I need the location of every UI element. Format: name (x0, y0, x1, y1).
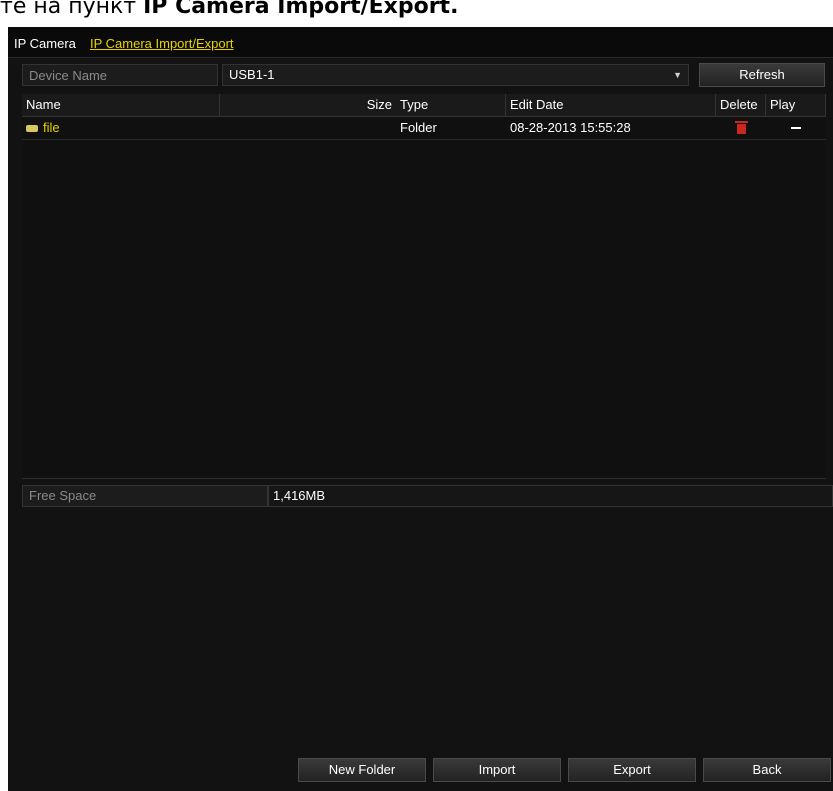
import-export-panel: IP Camera IP Camera Import/Export Device… (8, 27, 833, 791)
file-edit-date: 08-28-2013 15:55:28 (510, 120, 631, 135)
tab-ip-camera[interactable]: IP Camera (14, 36, 76, 51)
play-cell (766, 117, 826, 139)
trash-icon[interactable] (734, 121, 748, 134)
export-button[interactable]: Export (568, 758, 696, 782)
column-header-name[interactable]: Name (22, 94, 220, 116)
free-space-value: 1,416MB (268, 485, 833, 507)
new-folder-button[interactable]: New Folder (298, 758, 426, 782)
delete-cell (716, 117, 766, 139)
file-name: file (43, 120, 60, 135)
heading-prefix: те на пункт (0, 0, 144, 19)
column-header-type[interactable]: Type (396, 94, 506, 116)
refresh-button[interactable]: Refresh (699, 63, 825, 87)
column-header-edit-date[interactable]: Edit Date (506, 94, 716, 116)
device-name-label: Device Name (22, 64, 218, 86)
document-heading: те на пункт IP Camera Import/Export. (0, 0, 833, 22)
play-unavailable-icon (791, 127, 801, 129)
file-table: file Folder 08-28-2013 15:55:28 (22, 117, 826, 479)
device-select-value: USB1-1 (229, 67, 275, 82)
back-button[interactable]: Back (703, 758, 831, 782)
file-name-cell: file (22, 117, 220, 139)
heading-bold: IP Camera Import/Export. (143, 0, 459, 19)
file-size (220, 117, 396, 139)
table-header: Name Size Type Edit Date Delete Play (22, 94, 826, 117)
column-header-delete[interactable]: Delete (716, 94, 766, 116)
tab-bar: IP Camera IP Camera Import/Export (8, 27, 833, 58)
tab-ip-camera-import-export[interactable]: IP Camera Import/Export (90, 36, 234, 51)
device-row: Device Name USB1-1 ▼ Refresh (22, 63, 833, 88)
table-row[interactable]: file Folder 08-28-2013 15:55:28 (22, 117, 826, 140)
bottom-button-bar: New Folder Import Export Back (8, 757, 833, 787)
column-header-size[interactable]: Size (220, 94, 396, 116)
device-select[interactable]: USB1-1 ▼ (222, 64, 689, 86)
column-header-play[interactable]: Play (766, 94, 826, 116)
free-space-label: Free Space (22, 485, 268, 507)
chevron-down-icon: ▼ (673, 70, 682, 80)
folder-icon (26, 125, 38, 132)
import-button[interactable]: Import (433, 758, 561, 782)
file-type: Folder (400, 120, 437, 135)
free-space-row: Free Space 1,416MB (22, 485, 833, 507)
